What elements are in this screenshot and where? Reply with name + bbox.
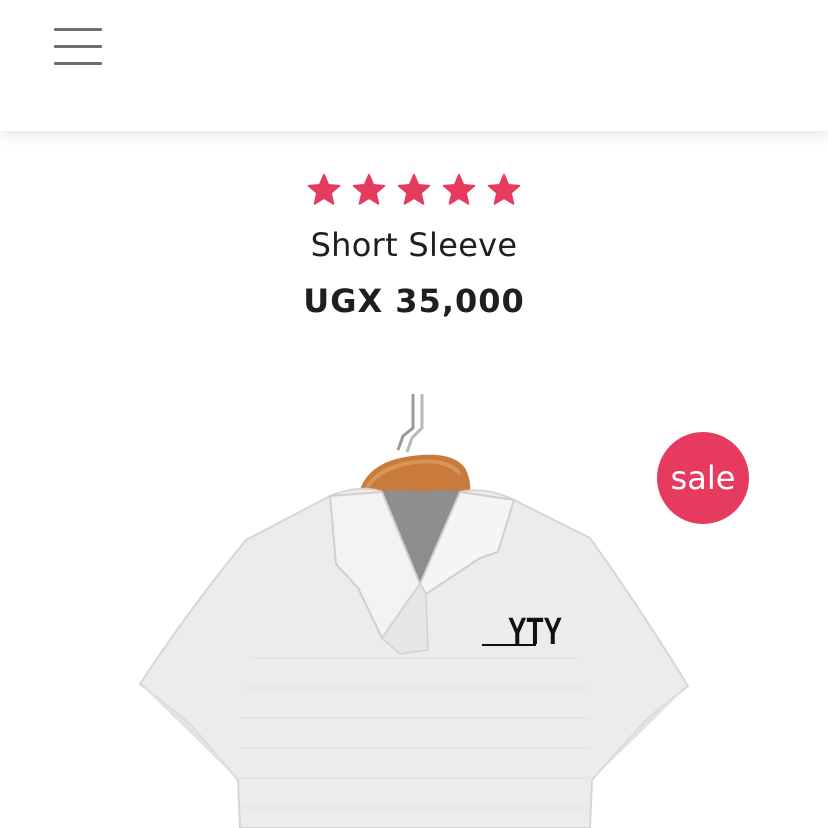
product-image[interactable]: YTY <box>120 388 720 828</box>
sale-badge: sale <box>657 432 749 524</box>
shirt-logo: YTY <box>508 611 562 653</box>
menu-line <box>54 62 102 65</box>
star-icon <box>397 173 431 205</box>
product-price: UGX 35,000 <box>303 282 525 320</box>
top-header <box>0 0 828 131</box>
product-page: Short Sleeve UGX 35,000 YTY sale <box>0 0 828 828</box>
menu-line <box>54 28 102 31</box>
star-icon <box>352 173 386 205</box>
product-title[interactable]: Short Sleeve <box>0 226 828 264</box>
star-rating <box>0 172 828 208</box>
hamburger-menu-icon[interactable] <box>50 22 106 70</box>
star-icon <box>487 173 521 205</box>
star-icon <box>442 173 476 205</box>
star-icon <box>307 173 341 205</box>
menu-line <box>54 45 102 48</box>
